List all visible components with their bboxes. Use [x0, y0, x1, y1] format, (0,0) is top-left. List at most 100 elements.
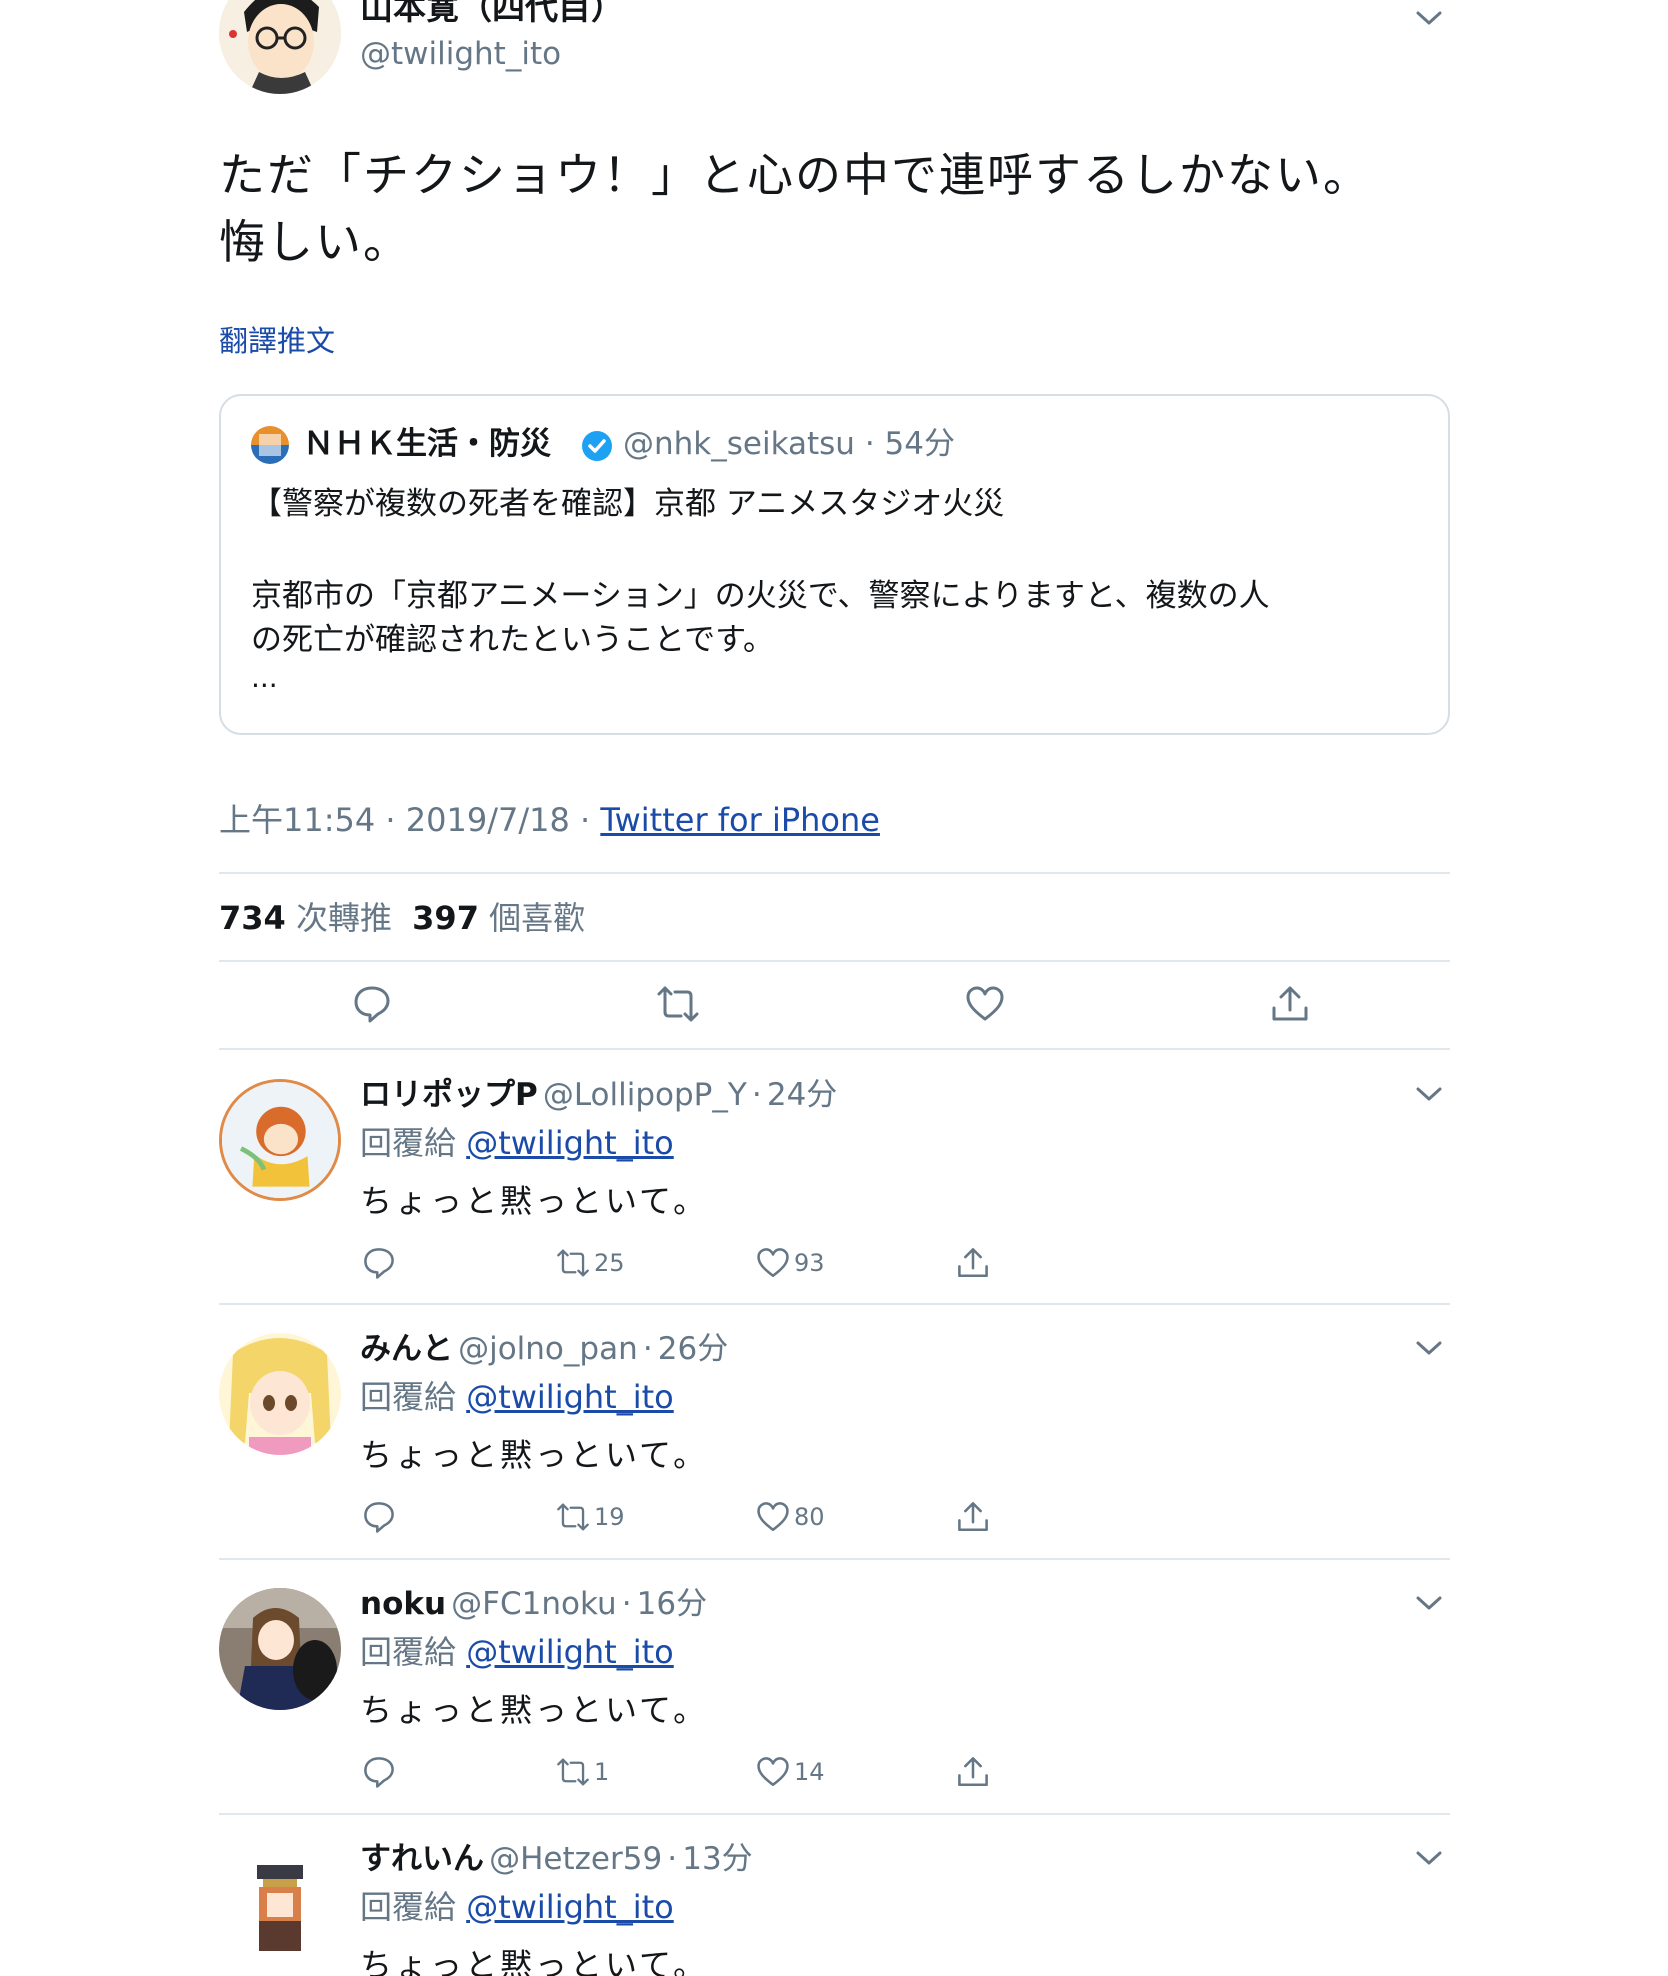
chevron-down-icon[interactable]: [1414, 8, 1444, 28]
retweet-count: 1: [594, 1758, 610, 1786]
reply-icon[interactable]: [362, 1755, 396, 1789]
reply-text: ちょっと黙っといて。: [360, 1436, 709, 1474]
reply-avatar[interactable]: [219, 1588, 341, 1710]
author-avatar[interactable]: [219, 0, 341, 94]
divider: [219, 1813, 1450, 1815]
reply-to-mention[interactable]: @twilight_ito: [466, 1378, 674, 1416]
reply-to-label: 回覆給: [360, 1633, 457, 1671]
tweet-timestamp-row: 上午11:54 · 2019/7/18 · Twitter for iPhone: [219, 800, 880, 840]
reply-handle[interactable]: @jolno_pan: [458, 1331, 638, 1367]
reply-text: ちょっと黙っといて。: [360, 1691, 709, 1729]
divider: [219, 960, 1450, 962]
tweet-time: 上午11:54: [219, 801, 376, 839]
verified-badge-icon: [582, 431, 612, 461]
like-action[interactable]: 93: [756, 1246, 825, 1280]
reply-icon[interactable]: [352, 984, 392, 1024]
reply-to-mention[interactable]: @twilight_ito: [466, 1888, 674, 1926]
share-icon[interactable]: [956, 1246, 990, 1280]
reply-icon[interactable]: [362, 1500, 396, 1534]
chevron-down-icon[interactable]: [1414, 1338, 1444, 1358]
reply-avatar-image: [219, 1588, 341, 1710]
retweet-action[interactable]: 1: [556, 1755, 609, 1789]
retweet-icon[interactable]: [656, 984, 700, 1024]
reply-author-name[interactable]: みんと: [360, 1331, 453, 1367]
retweet-action[interactable]: 25: [556, 1246, 625, 1280]
reply-avatar-image: [219, 1843, 341, 1965]
quoted-author-name: ＮＨＫ生活・防災: [303, 426, 551, 462]
reply-to-row: 回覆給 @twilight_ito: [360, 1631, 674, 1673]
quoted-tweet-card[interactable]: ＮＨＫ生活・防災 @nhk_seikatsu · 54分 【警察が複数の死者を確…: [219, 394, 1450, 735]
reply-header: すれいん @Hetzer59 · 13分: [360, 1838, 753, 1885]
likes-label: 個喜歡: [489, 899, 586, 937]
like-icon: [757, 1248, 789, 1278]
chevron-down-icon[interactable]: [1414, 1593, 1444, 1613]
tweet-text-line-1: ただ「チクショウ！」と心の中で連呼するしかない。: [219, 148, 1371, 202]
tweet-source-link[interactable]: Twitter for iPhone: [600, 801, 880, 839]
retweet-count: 25: [594, 1249, 625, 1277]
author-handle[interactable]: @twilight_ito: [360, 34, 561, 74]
divider: [219, 1303, 1450, 1305]
like-count: 14: [794, 1758, 825, 1786]
reply-handle[interactable]: @Hetzer59: [489, 1841, 662, 1877]
divider: [219, 1048, 1450, 1050]
reply-to-mention[interactable]: @twilight_ito: [466, 1124, 674, 1162]
reply-to-row: 回覆給 @twilight_ito: [360, 1886, 674, 1928]
reply-time: 26分: [657, 1331, 729, 1367]
reply-separator: ·: [621, 1586, 632, 1622]
share-icon[interactable]: [1270, 984, 1310, 1024]
reply-avatar[interactable]: [219, 1843, 341, 1965]
reply-avatar-image: [219, 1333, 341, 1455]
retweets-label: 次轉推: [295, 899, 392, 937]
reply-to-mention[interactable]: @twilight_ito: [466, 1633, 674, 1671]
reply-avatar-image: [222, 1082, 338, 1198]
timestamp-separator: ·: [580, 801, 591, 839]
reply-handle[interactable]: @LollipopP_Y: [543, 1077, 747, 1113]
quoted-separator: ·: [864, 426, 875, 462]
author-avatar-image: [219, 0, 341, 94]
reply-separator: ·: [751, 1077, 762, 1113]
reply-author-name[interactable]: すれいん: [360, 1841, 484, 1877]
tweet-text-line-2: 悔しい。: [219, 215, 411, 269]
like-action[interactable]: 80: [756, 1500, 825, 1534]
quoted-handle: @nhk_seikatsu: [623, 426, 855, 462]
reply-to-row: 回覆給 @twilight_ito: [360, 1376, 674, 1418]
reply-header: みんと @jolno_pan · 26分: [360, 1328, 728, 1375]
tweet-stats-row: 734 次轉推 397 個喜歡: [219, 898, 585, 938]
like-icon: [757, 1502, 789, 1532]
quoted-body-line-2: の死亡が確認されたということです。: [251, 622, 774, 658]
divider: [219, 1558, 1450, 1560]
reply-text: ちょっと黙っといて。: [360, 1946, 709, 1976]
timestamp-separator: ·: [385, 801, 396, 839]
quoted-headline: 【警察が複数の死者を確認】京都 アニメスタジオ火災: [251, 486, 1005, 522]
reply-header: noku @FC1noku · 16分: [360, 1583, 707, 1630]
reply-separator: ·: [667, 1841, 678, 1877]
reply-to-label: 回覆給: [360, 1888, 457, 1926]
like-action[interactable]: 14: [756, 1755, 825, 1789]
retweets-stat[interactable]: 734 次轉推: [219, 899, 402, 937]
reply-separator: ·: [642, 1331, 653, 1367]
quoted-meta: @nhk_seikatsu · 54分: [623, 424, 955, 464]
translate-tweet-link[interactable]: 翻譯推文: [219, 318, 335, 360]
share-icon[interactable]: [956, 1500, 990, 1534]
likes-stat[interactable]: 397 個喜歡: [412, 899, 585, 937]
retweet-action[interactable]: 19: [556, 1500, 625, 1534]
share-icon[interactable]: [956, 1755, 990, 1789]
like-icon: [757, 1757, 789, 1787]
retweets-count: 734: [219, 899, 286, 937]
chevron-down-icon[interactable]: [1414, 1084, 1444, 1104]
reply-icon[interactable]: [362, 1246, 396, 1280]
reply-author-name[interactable]: noku: [360, 1586, 446, 1622]
reply-author-name[interactable]: ロリポップP: [360, 1077, 538, 1113]
like-icon[interactable]: [965, 984, 1005, 1024]
reply-avatar[interactable]: [219, 1079, 341, 1201]
chevron-down-icon[interactable]: [1414, 1848, 1444, 1868]
reply-to-label: 回覆給: [360, 1378, 457, 1416]
reply-avatar[interactable]: [219, 1333, 341, 1455]
reply-text: ちょっと黙っといて。: [360, 1182, 709, 1220]
reply-handle[interactable]: @FC1noku: [451, 1586, 616, 1622]
reply-to-label: 回覆給: [360, 1124, 457, 1162]
quoted-ellipsis: ...: [251, 661, 278, 694]
reply-header: ロリポップP @LollipopP_Y · 24分: [360, 1074, 837, 1121]
retweet-count: 19: [594, 1503, 625, 1531]
author-display-name[interactable]: 山本寛（四代目）: [360, 0, 624, 28]
